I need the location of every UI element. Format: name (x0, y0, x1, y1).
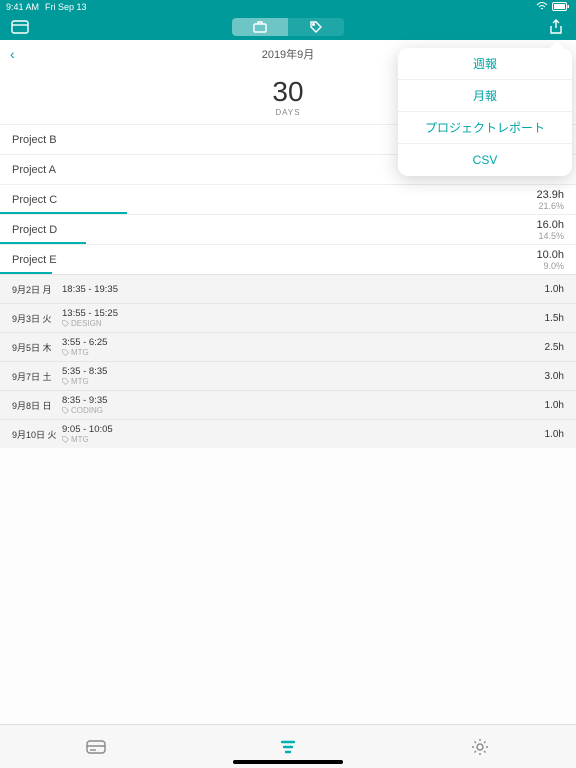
project-name: Project B (12, 134, 57, 146)
entry-duration: 1.5h (545, 313, 564, 324)
entry-date: 9月10日 火 (12, 428, 62, 441)
entry-duration: 1.0h (545, 284, 564, 295)
title-bar (0, 14, 576, 40)
home-indicator (233, 760, 343, 764)
entry-date: 9月2日 月 (12, 283, 62, 296)
project-name: Project D (12, 224, 57, 236)
month-label: 2019年9月 (262, 46, 315, 62)
project-name: Project A (12, 164, 56, 176)
entry-tag: MTG (62, 435, 545, 444)
prev-month-button[interactable]: ‹ (10, 46, 15, 62)
entry-tag: MTG (62, 348, 545, 357)
entry-time: 5:35 - 8:35 (62, 366, 545, 377)
entry-row[interactable]: 9月2日 月18:35 - 19:351.0h (0, 274, 576, 303)
entry-time: 9:05 - 10:05 (62, 424, 545, 435)
status-bar: 9:41 AM Fri Sep 13 (0, 0, 576, 14)
share-icon[interactable] (546, 17, 566, 37)
entry-duration: 1.0h (545, 429, 564, 440)
entry-duration: 1.0h (545, 400, 564, 411)
days-label: DAYS (275, 108, 300, 117)
entry-time: 18:35 - 19:35 (62, 284, 545, 295)
export-popover: 週報 月報 プロジェクトレポート CSV (398, 48, 572, 176)
seg-tag[interactable] (288, 18, 344, 36)
tab-settings[interactable] (460, 727, 500, 767)
popover-item-weekly[interactable]: 週報 (398, 48, 572, 80)
popover-item-project[interactable]: プロジェクトレポート (398, 112, 572, 144)
status-time: 9:41 AM (6, 2, 39, 12)
status-date: Fri Sep 13 (45, 2, 87, 12)
popover-item-csv[interactable]: CSV (398, 144, 572, 176)
entry-row[interactable]: 9月7日 土5:35 - 8:35MTG3.0h (0, 361, 576, 390)
entry-time: 3:55 - 6:25 (62, 337, 545, 348)
popover-arrow (550, 41, 564, 48)
entry-duration: 2.5h (545, 342, 564, 353)
entry-date: 9月3日 火 (12, 312, 62, 325)
entry-date: 9月7日 土 (12, 370, 62, 383)
tab-timer[interactable] (76, 727, 116, 767)
entry-row[interactable]: 9月8日 日8:35 - 9:35CODING1.0h (0, 390, 576, 419)
entry-tag: CODING (62, 406, 545, 415)
entry-date: 9月5日 木 (12, 341, 62, 354)
entry-date: 9月8日 日 (12, 399, 62, 412)
entry-duration: 3.0h (545, 371, 564, 382)
wifi-icon (536, 2, 548, 13)
project-name: Project C (12, 194, 57, 206)
entry-time: 8:35 - 9:35 (62, 395, 545, 406)
entry-row[interactable]: 9月5日 木3:55 - 6:25MTG2.5h (0, 332, 576, 361)
project-row[interactable]: Project D 16.0h14.5% (0, 214, 576, 244)
project-row[interactable]: Project C 23.9h21.6% (0, 184, 576, 214)
entry-row[interactable]: 9月10日 火9:05 - 10:05MTG1.0h (0, 419, 576, 448)
project-stats: 16.0h14.5% (536, 219, 564, 241)
project-stats: 23.9h21.6% (536, 189, 564, 211)
battery-icon (552, 2, 570, 13)
entry-row[interactable]: 9月3日 火13:55 - 15:25DESIGN1.5h (0, 303, 576, 332)
calendar-icon[interactable] (10, 17, 30, 37)
entry-tag: DESIGN (62, 319, 545, 328)
view-segmented-control[interactable] (232, 18, 344, 36)
entry-time: 13:55 - 15:25 (62, 308, 545, 319)
days-value: 30 (272, 76, 303, 108)
popover-item-monthly[interactable]: 月報 (398, 80, 572, 112)
entry-tag: MTG (62, 377, 545, 386)
project-row[interactable]: Project E 10.0h9.0% (0, 244, 576, 274)
project-stats: 10.0h9.0% (536, 249, 564, 271)
project-name: Project E (12, 254, 57, 266)
seg-briefcase[interactable] (232, 18, 288, 36)
